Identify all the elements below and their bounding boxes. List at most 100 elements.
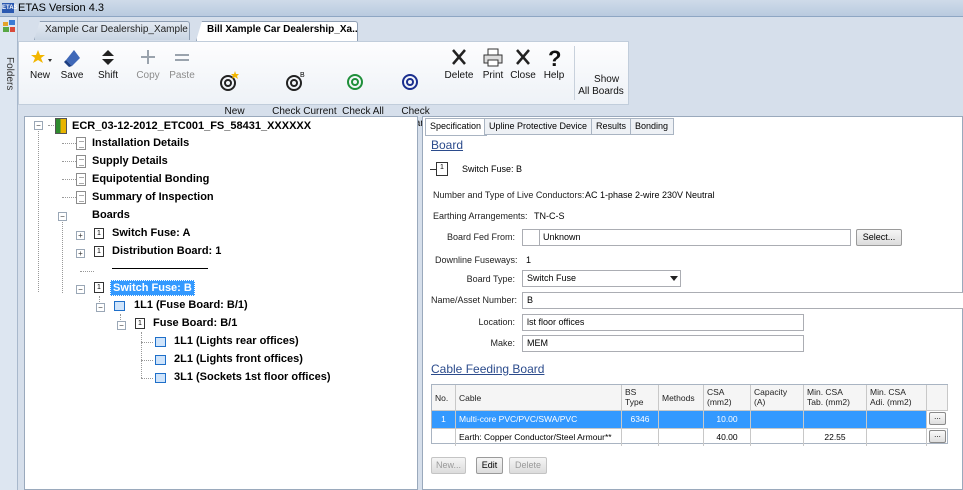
cell-no: 1 <box>432 410 456 428</box>
column-header-methods: Methods <box>659 385 704 410</box>
fed-from-label: Board Fed From: <box>446 232 515 242</box>
spiral-blue-icon <box>402 74 418 90</box>
show-all-boards-button[interactable]: Show All Boards <box>577 62 625 110</box>
new-label: New <box>29 70 50 81</box>
cable-row-2-more-button[interactable]: ... <box>929 430 946 443</box>
select-fed-from-button[interactable]: Select... <box>856 229 902 246</box>
shift-label: Shift <box>97 70 118 81</box>
collapse-switch-fuse-b-toggle[interactable]: − <box>76 285 85 294</box>
cell-csa: 40.00 <box>704 428 751 446</box>
cell-cable: Earth: Copper Conductor/Steel Armour** <box>456 428 622 446</box>
shift-button[interactable]: Shift <box>91 46 125 82</box>
conductors-value: AC 1-phase 2-wire 230V Neutral <box>585 190 715 200</box>
document-tab-strip: Xample Car Dealership_Xample ... Bill Xa… <box>18 17 963 41</box>
tree-line <box>48 125 54 126</box>
collapse-root-toggle[interactable]: − <box>34 121 43 130</box>
tab-specification[interactable]: Specification <box>425 118 488 136</box>
board-type-select[interactable]: Switch Fuse <box>522 270 681 287</box>
tree-item-fuse-way-1l1[interactable]: 1L1 (Fuse Board: B/1) <box>134 298 248 312</box>
expand-distribution-board-toggle[interactable]: + <box>76 249 85 258</box>
cable-row-1-more-button[interactable]: ... <box>929 412 946 425</box>
collapse-fuse-board-toggle[interactable]: − <box>117 321 126 330</box>
location-field[interactable]: lst floor offices <box>522 314 804 331</box>
help-button[interactable]: ? Help <box>539 46 569 82</box>
expand-switch-fuse-a-toggle[interactable]: + <box>76 231 85 240</box>
tree-line <box>62 161 76 162</box>
tree-line <box>141 342 153 343</box>
tab-bonding[interactable]: Bonding <box>630 118 675 135</box>
cell-no <box>432 428 456 446</box>
tree-item-boards[interactable]: Boards <box>92 208 130 222</box>
copy-label: Copy <box>136 70 160 81</box>
document-tab-2-active[interactable]: Bill Xample Car Dealership_Xa... <box>196 21 358 41</box>
tree-item-circuit-2l1[interactable]: 2L1 (Lights front offices) <box>174 352 303 366</box>
fed-from-field[interactable]: Unknown <box>522 229 851 246</box>
conductors-label: Number and Type of Live Conductors: <box>433 190 585 200</box>
earthing-value: TN-C-S <box>534 211 565 221</box>
tab-upline-protective-device[interactable]: Upline Protective Device <box>484 118 594 135</box>
tree-item-distribution-board-1[interactable]: Distribution Board: 1 <box>112 244 221 258</box>
board-icon: 1 <box>436 162 448 176</box>
board-icon: 1 <box>135 318 145 329</box>
tree-item-supply-details[interactable]: Supply Details <box>92 154 168 168</box>
new-button[interactable]: New <box>27 46 53 82</box>
show-all-boards-label: Show All Boards <box>578 74 624 97</box>
tree-item-summary-of-inspection[interactable]: Summary of Inspection <box>92 190 214 204</box>
chevron-down-icon[interactable] <box>670 276 678 281</box>
column-header-min-csa-tab: Min. CSA Tab. (mm2) <box>804 385 867 410</box>
make-label: Make: <box>490 338 515 348</box>
name-asset-label: Name/Asset Number: <box>431 295 518 305</box>
tree-item-switch-fuse-a[interactable]: Switch Fuse: A <box>112 226 190 240</box>
tree-item-equipotential-bonding[interactable]: Equipotential Bonding <box>92 172 209 186</box>
paste-label: Paste <box>169 70 195 81</box>
collapse-fuse-way-toggle[interactable]: − <box>96 303 105 312</box>
edit-cable-button[interactable]: Edit <box>476 457 503 474</box>
save-button[interactable]: Save <box>59 46 85 82</box>
cell-bs-type: 6346 <box>622 410 659 428</box>
tree-separator <box>112 268 208 269</box>
new-cable-button[interactable]: New... <box>431 457 466 474</box>
toolbar-ribbon: New Save Shift Copy Paste New Observatio… <box>18 41 629 129</box>
folders-label[interactable]: Folders <box>3 57 15 90</box>
tree-root-report[interactable]: ECR_03-12-2012_ETC001_FS_58431_XXXXXX <box>72 119 311 133</box>
column-header-capacity: Capacity (A) <box>751 385 804 410</box>
column-header-bs-type: BS Type <box>622 385 659 410</box>
location-label: Location: <box>478 317 515 327</box>
tree-line <box>80 271 94 272</box>
column-header-min-csa-adi: Min. CSA Adi. (mm2) <box>867 385 927 410</box>
cable-section-heading: Cable Feeding Board <box>431 362 545 376</box>
make-field[interactable]: MEM <box>522 335 804 352</box>
print-button[interactable]: Print <box>479 46 507 82</box>
folders-icon[interactable] <box>3 20 15 32</box>
delete-button[interactable]: Delete <box>443 46 475 82</box>
cell-methods <box>659 428 704 446</box>
cell-min-csa-adi <box>867 428 927 446</box>
paste-button[interactable]: Paste <box>167 46 197 82</box>
shift-icon <box>102 50 114 65</box>
tree-item-switch-fuse-b-selected[interactable]: Switch Fuse: B <box>110 280 195 296</box>
spiral-b-icon: B <box>286 72 305 91</box>
spiral-star-icon <box>220 71 239 91</box>
report-icon <box>55 118 67 134</box>
board-section-heading: Board <box>431 138 464 152</box>
circuit-icon <box>155 373 166 383</box>
document-tab-1[interactable]: Xample Car Dealership_Xample ... <box>34 21 190 40</box>
equals-icon <box>175 54 189 61</box>
tab-results[interactable]: Results <box>591 118 633 135</box>
window-title: ETAS Version 4.3 <box>18 2 105 14</box>
name-asset-field[interactable]: B <box>522 292 963 309</box>
close-button[interactable]: Close <box>509 46 537 82</box>
tree-line <box>141 332 142 378</box>
tree-item-circuit-3l1[interactable]: 3L1 (Sockets 1st floor offices) <box>174 370 331 384</box>
folders-sidebar[interactable]: Folders <box>0 17 18 490</box>
tree-item-installation-details[interactable]: Installation Details <box>92 136 189 150</box>
delete-cable-button[interactable]: Delete <box>509 457 547 474</box>
tree-item-circuit-1l1[interactable]: 1L1 (Lights rear offices) <box>174 334 299 348</box>
tree-item-fuse-board-b1[interactable]: Fuse Board: B/1 <box>153 316 237 330</box>
question-mark-icon: ? <box>548 46 561 68</box>
circuit-icon <box>155 355 166 365</box>
cell-cable: Multi-core PVC/PVC/SWA/PVC <box>456 410 622 428</box>
copy-button[interactable]: Copy <box>131 46 165 82</box>
collapse-boards-toggle[interactable]: − <box>58 212 67 221</box>
circuit-icon <box>155 337 166 347</box>
